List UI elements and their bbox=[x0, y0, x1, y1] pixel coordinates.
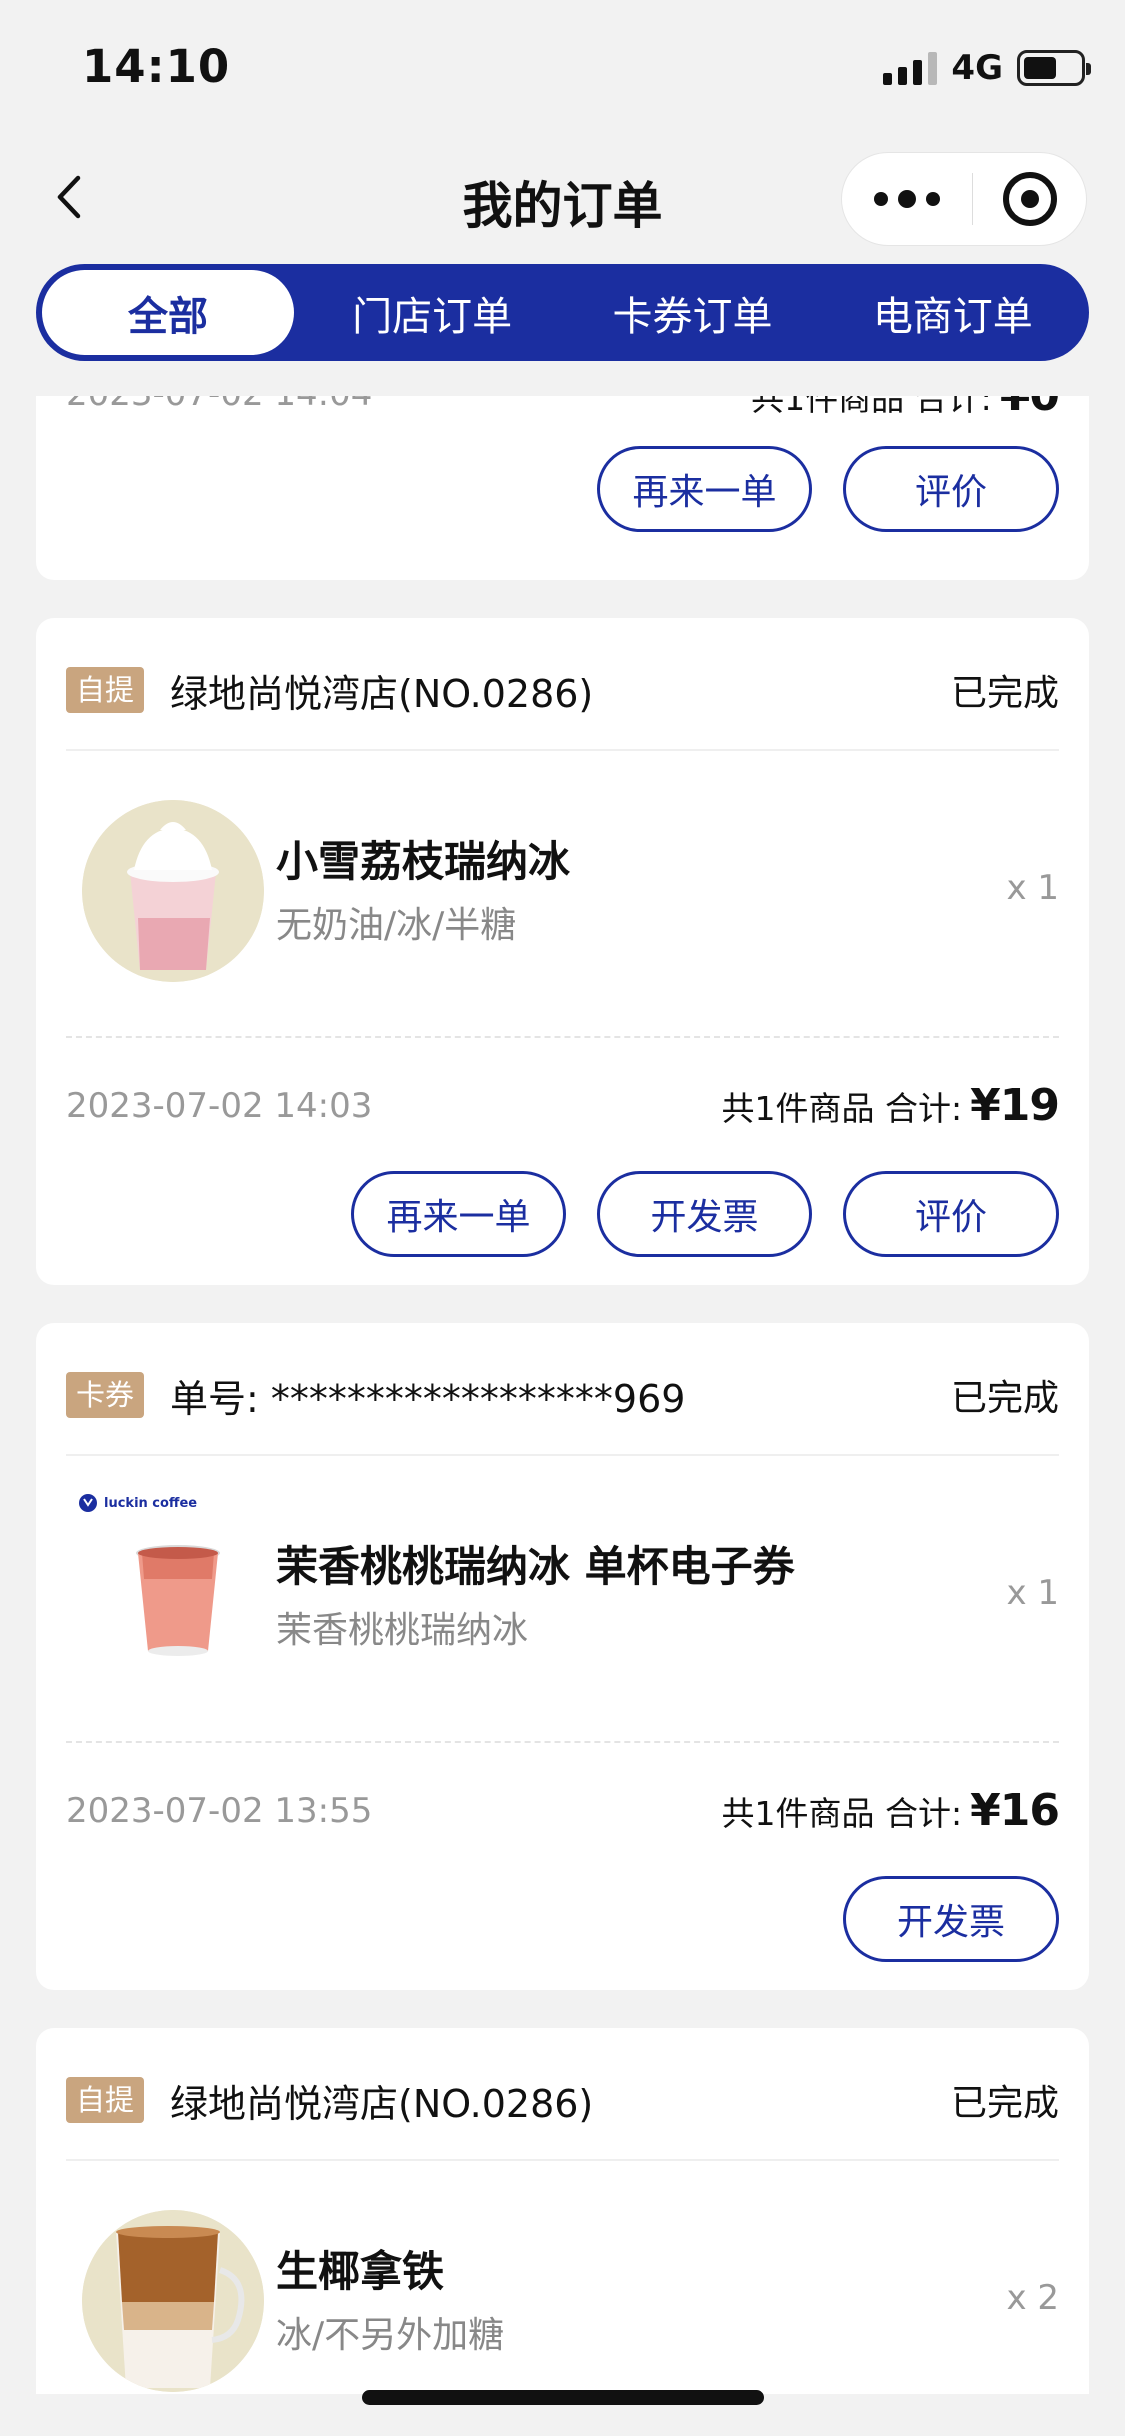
target-icon bbox=[1002, 172, 1057, 226]
back-arrow-icon[interactable] bbox=[48, 172, 98, 222]
tab-voucher-orders[interactable]: 卡券订单 bbox=[562, 270, 822, 355]
battery-icon bbox=[1017, 50, 1091, 86]
network-type: 4G bbox=[951, 48, 1003, 88]
tab-all[interactable]: 全部 bbox=[42, 270, 294, 355]
divider bbox=[66, 2159, 1059, 2161]
product-quantity: x 1 bbox=[1006, 868, 1059, 908]
order-header: 自提 绿地尚悦湾店(NO.0286) 已完成 bbox=[66, 2070, 1059, 2130]
pickup-tag: 自提 bbox=[66, 2077, 145, 2123]
product-quantity: x 2 bbox=[1006, 2278, 1059, 2318]
invoice-button[interactable]: 开发票 bbox=[597, 1171, 812, 1257]
divider bbox=[66, 1454, 1059, 1456]
pickup-tag: 自提 bbox=[66, 667, 145, 713]
order-total: 共1件商品 合计: ¥19 bbox=[721, 1080, 1060, 1131]
tab-store-orders[interactable]: 门店订单 bbox=[302, 270, 562, 355]
order-price: ¥16 bbox=[970, 1785, 1060, 1836]
status-indicators: 4G bbox=[883, 48, 1091, 88]
mini-program-capsule bbox=[841, 152, 1087, 246]
order-price: ¥19 bbox=[970, 1080, 1060, 1131]
status-time: 14:10 bbox=[82, 40, 231, 93]
close-program-button[interactable] bbox=[973, 153, 1086, 245]
signal-icon bbox=[883, 51, 938, 85]
order-time: 2023-07-02 14:04 bbox=[66, 396, 372, 414]
store-name: 绿地尚悦湾店(NO.0286) bbox=[170, 671, 594, 716]
order-header: 卡券 单号: ******************969 已完成 bbox=[66, 1365, 1059, 1425]
order-summary: 共1件商品 合计: bbox=[721, 1794, 963, 1833]
order-time: 2023-07-02 13:55 bbox=[66, 1791, 373, 1831]
divider bbox=[66, 749, 1059, 751]
brand-logo: luckin coffee bbox=[78, 1493, 197, 1513]
deer-logo-icon bbox=[79, 1494, 97, 1512]
product-spec: 茉香桃桃瑞纳冰 bbox=[276, 1610, 529, 1651]
invoice-button[interactable]: 开发票 bbox=[843, 1876, 1059, 1962]
voucher-image bbox=[116, 1523, 246, 1658]
order-card[interactable]: 卡券 单号: ******************969 已完成 luckin … bbox=[36, 1323, 1089, 1990]
more-menu-icon[interactable] bbox=[842, 153, 972, 245]
brand-name: luckin coffee bbox=[104, 1495, 198, 1511]
product-name: 生椰拿铁 bbox=[276, 2247, 445, 2296]
order-time: 2023-07-02 14:03 bbox=[66, 1086, 373, 1126]
product-spec: 无奶油/冰/半糖 bbox=[276, 905, 517, 946]
order-total: 共1件商品 合计: ¥16 bbox=[721, 1785, 1060, 1836]
order-card[interactable]: 2023-07-02 14:04 共1件商品 合计: ¥0 再来一单 评价 bbox=[36, 396, 1089, 580]
dashed-divider bbox=[66, 1036, 1059, 1038]
status-bar: 14:10 4G bbox=[0, 0, 1125, 140]
order-total: 共1件商品 合计: ¥0 bbox=[751, 396, 1060, 421]
store-name: 绿地尚悦湾店(NO.0286) bbox=[170, 2081, 594, 2126]
reorder-button[interactable]: 再来一单 bbox=[351, 1171, 566, 1257]
product-image bbox=[82, 2210, 264, 2392]
order-header: 自提 绿地尚悦湾店(NO.0286) 已完成 bbox=[66, 660, 1059, 720]
order-summary: 共1件商品 合计: bbox=[721, 1089, 963, 1128]
order-status: 已完成 bbox=[950, 1378, 1059, 1419]
product-name: 小雪荔枝瑞纳冰 bbox=[276, 837, 571, 886]
order-status: 已完成 bbox=[950, 2083, 1059, 2124]
order-summary: 共1件商品 合计: bbox=[751, 396, 992, 418]
reorder-button[interactable]: 再来一单 bbox=[597, 446, 812, 532]
order-price: ¥0 bbox=[1000, 396, 1060, 421]
nav-bar: 我的订单 bbox=[0, 140, 1125, 255]
dashed-divider bbox=[66, 1741, 1059, 1743]
review-button[interactable]: 评价 bbox=[843, 446, 1059, 532]
order-number: 单号: ******************969 bbox=[170, 1376, 686, 1421]
order-list: 2023-07-02 14:04 共1件商品 合计: ¥0 再来一单 评价 自提… bbox=[0, 396, 1125, 2394]
home-indicator[interactable] bbox=[362, 2390, 764, 2405]
product-spec: 冰/不另外加糖 bbox=[276, 2315, 505, 2356]
review-button[interactable]: 评价 bbox=[843, 1171, 1059, 1257]
tab-ecommerce-orders[interactable]: 电商订单 bbox=[823, 270, 1083, 355]
product-image bbox=[82, 800, 264, 982]
order-card[interactable]: 自提 绿地尚悦湾店(NO.0286) 已完成 生椰拿铁 冰/不另外加糖 x 2 bbox=[36, 2028, 1089, 2394]
order-status: 已完成 bbox=[950, 673, 1059, 714]
screen: 14:10 4G 我的订单 全部 门店订单 卡券订单 电商订单 2023-07 bbox=[0, 0, 1125, 2436]
order-tabs: 全部 门店订单 卡券订单 电商订单 bbox=[36, 264, 1089, 361]
product-name: 茉香桃桃瑞纳冰 单杯电子券 bbox=[276, 1542, 795, 1591]
voucher-tag: 卡券 bbox=[66, 1372, 145, 1418]
product-quantity: x 1 bbox=[1006, 1573, 1059, 1613]
order-card[interactable]: 自提 绿地尚悦湾店(NO.0286) 已完成 小雪荔枝瑞纳冰 无奶油/冰/半糖 … bbox=[36, 618, 1089, 1285]
